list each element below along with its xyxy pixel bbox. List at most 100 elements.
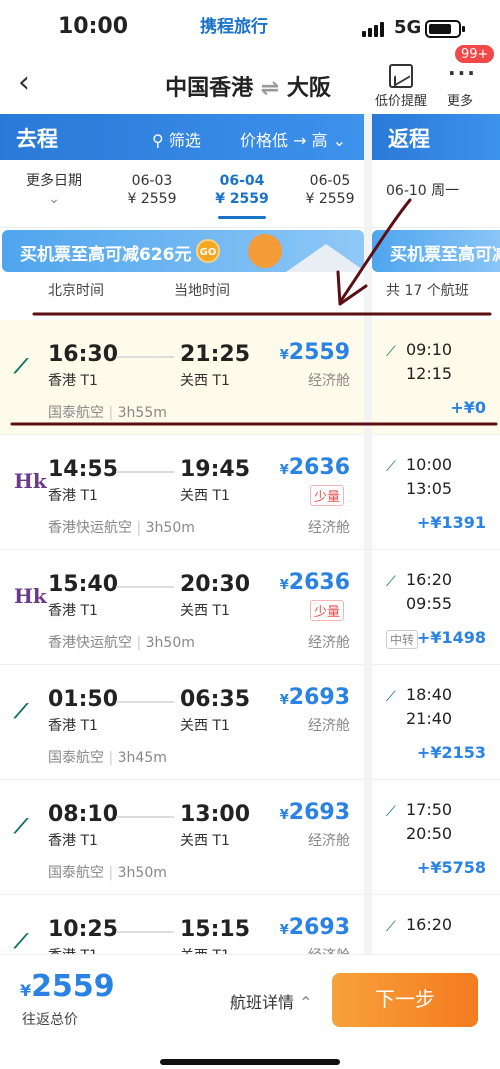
trend-chart-icon <box>389 64 413 88</box>
status-bar: 10:00 携程旅行 5G <box>0 0 500 56</box>
cabin-class: 经济舱 <box>308 945 350 954</box>
price-difference: +¥1498 <box>416 628 486 647</box>
route-line <box>116 471 174 473</box>
route-line <box>116 931 174 933</box>
return-promo-banner[interactable]: 买机票至高可减 <box>372 230 500 272</box>
mountain-image <box>286 244 364 272</box>
date-option[interactable]: 06-03 ¥ 2559 <box>112 172 192 208</box>
arrival-time: 20:30 <box>180 572 251 597</box>
date-price: ¥ 2559 <box>305 191 355 207</box>
home-indicator <box>160 1059 340 1065</box>
return-header: 返程 <box>372 114 500 160</box>
filter-button[interactable]: ⚲ 筛选 <box>152 127 201 151</box>
return-label: 返程 <box>388 127 430 151</box>
cathay-logo-icon: ⟋ <box>386 689 396 705</box>
hk-express-logo-icon: Hk <box>14 469 47 493</box>
airline-meta: 香港快运航空 | 3h50m <box>48 520 195 536</box>
hk-express-logo-icon: Hk <box>14 584 47 608</box>
arrival-time: 15:15 <box>180 917 251 942</box>
chevron-down-icon: ⌄ <box>48 191 60 207</box>
arrival-airport: 关西 T1 <box>180 488 230 504</box>
low-price-alert-button[interactable]: 低价提醒 <box>372 64 430 109</box>
price-difference: +¥5758 <box>416 858 486 877</box>
cabin-class: 经济舱 <box>308 833 350 849</box>
airline-name: 国泰航空 <box>48 405 104 421</box>
more-label: 更多 <box>446 94 473 109</box>
airline-name: 国泰航空 <box>48 865 104 881</box>
col-local-time: 当地时间 <box>174 283 230 299</box>
flight-details-label: 航班详情 <box>230 993 295 1012</box>
mascot-image <box>248 234 282 268</box>
date-label: 06-05 <box>309 173 351 189</box>
price-difference: +¥0 <box>450 398 486 417</box>
airline-meta: 国泰航空 | 3h55m <box>48 405 167 421</box>
sort-button[interactable]: 价格低 → 高 ⌄ <box>240 127 346 151</box>
date-selector: 更多日期 ⌄ 06-03 ¥ 2559 06-04 ¥ 2559 06-05 ¥… <box>0 160 364 228</box>
cabin-class: 经济舱 <box>308 718 350 734</box>
arrival-airport: 关西 T1 <box>180 603 230 619</box>
filter-label: 筛选 <box>168 131 201 150</box>
more-dates-button[interactable]: 更多日期 ⌄ <box>14 172 94 208</box>
flight-row[interactable]: ⟋ 10:25 15:15 香港 T1 关西 T1 ¥2693 经济舱 <box>0 895 364 954</box>
route-line <box>116 701 174 703</box>
arrival-time: 21:25 <box>180 342 251 367</box>
date-option[interactable]: 06-05 ¥ 2559 <box>290 172 364 208</box>
arrival-time: 13:00 <box>180 802 251 827</box>
flight-row[interactable]: ⟋ 01:50 06:35 香港 T1 关西 T1 ¥2693 经济舱 国泰航空 | 3h45… <box>0 665 364 780</box>
return-flight-row[interactable]: ⟋ 16:20 <box>372 895 500 954</box>
flight-price: ¥2693 <box>279 685 350 710</box>
return-flight-row[interactable]: ⟋ 16:20 09:55 +¥1498 中转 <box>372 550 500 665</box>
departure-time: 14:55 <box>48 457 119 482</box>
status-time: 10:00 <box>58 14 129 39</box>
next-step-button[interactable]: 下一步 <box>332 973 478 1027</box>
flight-price: ¥2693 <box>279 800 350 825</box>
cathay-logo-icon: ⟋ <box>386 919 396 935</box>
return-flight-row[interactable]: ⟋ 17:50 20:50 +¥5758 <box>372 780 500 895</box>
flight-price: ¥2636 <box>279 455 350 480</box>
more-button[interactable]: ··· 更多 <box>440 61 480 109</box>
arrival-airport: 关西 T1 <box>180 373 230 389</box>
arrival-airport: 关西 T1 <box>180 945 230 954</box>
cathay-logo-icon: ⟋ <box>14 699 28 723</box>
date-price: ¥ 2559 <box>127 191 177 207</box>
return-arrival-time: 13:05 <box>406 479 453 498</box>
cathay-logo-icon: ⟋ <box>14 354 28 378</box>
departure-airport: 香港 T1 <box>48 833 98 849</box>
return-flight-row[interactable]: ⟋ 09:10 12:15 +¥0 <box>372 320 500 435</box>
flight-row[interactable]: Hk 15:40 20:30 香港 T1 关西 T1 ¥2636 少量 经济舱 香港快运航空 |… <box>0 550 364 665</box>
flight-row[interactable]: ⟋ 08:10 13:00 香港 T1 关西 T1 ¥2693 经济舱 国泰航空 | 3h50… <box>0 780 364 895</box>
airline-meta: 香港快运航空 | 3h50m <box>48 635 195 651</box>
airline-name: 香港快运航空 <box>48 635 132 651</box>
promo-banner[interactable]: 买机票至高可减626元 GO <box>2 230 364 272</box>
airline-name: 国泰航空 <box>48 750 104 766</box>
departure-time: 15:40 <box>48 572 119 597</box>
cabin-class: 经济舱 <box>308 635 350 651</box>
arrival-airport: 关西 T1 <box>180 833 230 849</box>
flight-row[interactable]: ⟋ 16:30 21:25 香港 T1 关西 T1 ¥2559 经济舱 国泰航空 | 3h55… <box>0 320 364 435</box>
departure-time: 01:50 <box>48 687 119 712</box>
return-panel: 返程 06-10 周一 买机票至高可减 共 17 个航班 ⟋ 09:10 12:15… <box>372 114 500 954</box>
total-price-label: 往返总价 <box>22 1012 78 1028</box>
return-departure-time: 17:50 <box>406 800 453 819</box>
return-flight-row[interactable]: ⟋ 18:40 21:40 +¥2153 <box>372 665 500 780</box>
top-nav: ‹ 中国香港 ⇌ 大阪 低价提醒 ··· 更多 <box>0 56 500 114</box>
outbound-panel: 去程 ⚲ 筛选 价格低 → 高 ⌄ 更多日期 ⌄ 06-03 ¥ 2559 06… <box>0 114 364 954</box>
flight-count: 共 17 个航班 <box>386 283 469 299</box>
flight-details-button[interactable]: 航班详情 ⌃ <box>230 989 313 1013</box>
departure-airport: 香港 T1 <box>48 718 98 734</box>
flight-price-value: 2693 <box>288 685 350 710</box>
return-date-selector[interactable]: 06-10 周一 <box>372 160 500 228</box>
return-arrival-time: 12:15 <box>406 364 453 383</box>
flight-row[interactable]: Hk 14:55 19:45 香港 T1 关西 T1 ¥2636 少量 经济舱 香港快运航空 |… <box>0 435 364 550</box>
arrival-airport: 关西 T1 <box>180 718 230 734</box>
flight-price-value: 2636 <box>288 455 350 480</box>
cathay-logo-icon: ⟋ <box>14 814 28 838</box>
return-flight-row[interactable]: ⟋ 10:00 13:05 +¥1391 <box>372 435 500 550</box>
return-departure-time: 16:20 <box>406 915 453 934</box>
departure-time: 16:30 <box>48 342 119 367</box>
flight-price-value: 2693 <box>288 915 350 940</box>
date-option-selected[interactable]: 06-04 ¥ 2559 <box>200 172 284 219</box>
cathay-logo-icon: ⟋ <box>14 929 28 953</box>
more-icon: ··· <box>448 61 477 85</box>
limited-seats-tag: 少量 <box>309 600 344 621</box>
